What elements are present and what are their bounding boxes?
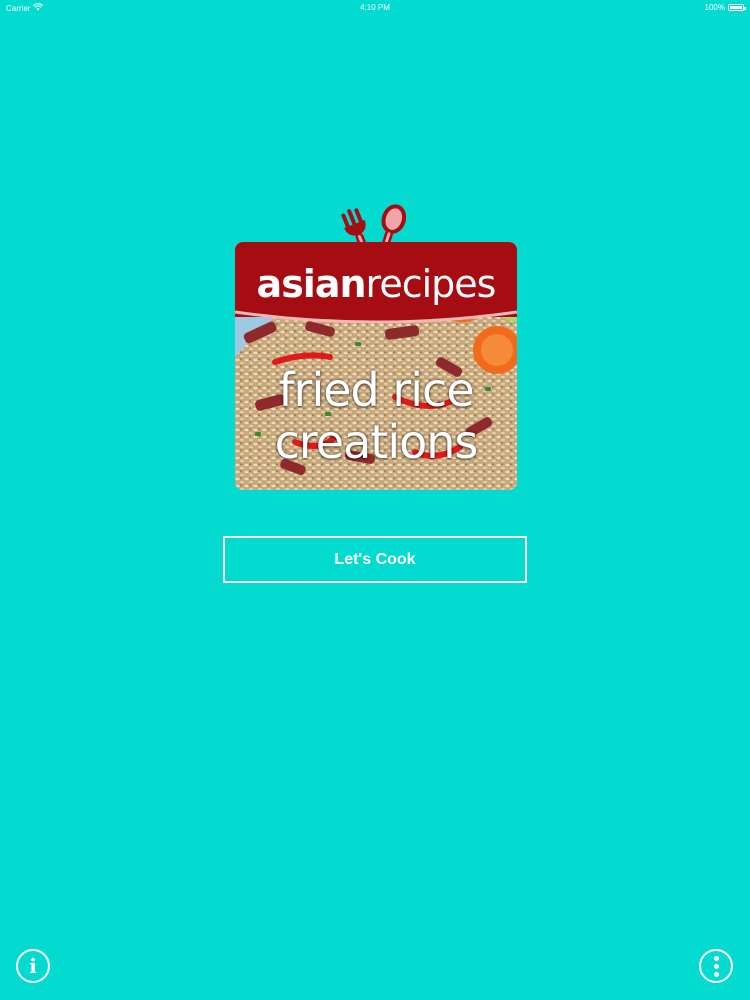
brand-bold: asian — [256, 262, 367, 306]
info-button[interactable]: i — [16, 949, 50, 983]
splash-screen: Carrier 4:10 PM 100% asianrecipes fried … — [0, 0, 750, 1000]
status-right: 100% — [704, 3, 746, 12]
more-button[interactable] — [699, 949, 733, 983]
logo-title-line-2: creations — [274, 415, 479, 469]
logo-card: asianrecipes fried rice creations — [235, 242, 517, 490]
brand-light: recipes — [365, 262, 497, 306]
info-icon: i — [29, 954, 37, 978]
app-logo: asianrecipes fried rice creations — [235, 200, 517, 492]
logo-title: fried rice creations — [235, 364, 517, 468]
brand-wordmark: asianrecipes — [235, 262, 517, 306]
lets-cook-button[interactable]: Let's Cook — [223, 536, 527, 583]
battery-percent: 100% — [704, 3, 725, 12]
logo-title-line-1: fried rice — [278, 363, 474, 417]
status-bar: Carrier 4:10 PM 100% — [0, 0, 750, 16]
more-vertical-icon — [713, 955, 719, 977]
lets-cook-label: Let's Cook — [334, 550, 416, 568]
clock: 4:10 PM — [360, 3, 390, 12]
battery-icon — [728, 4, 746, 11]
